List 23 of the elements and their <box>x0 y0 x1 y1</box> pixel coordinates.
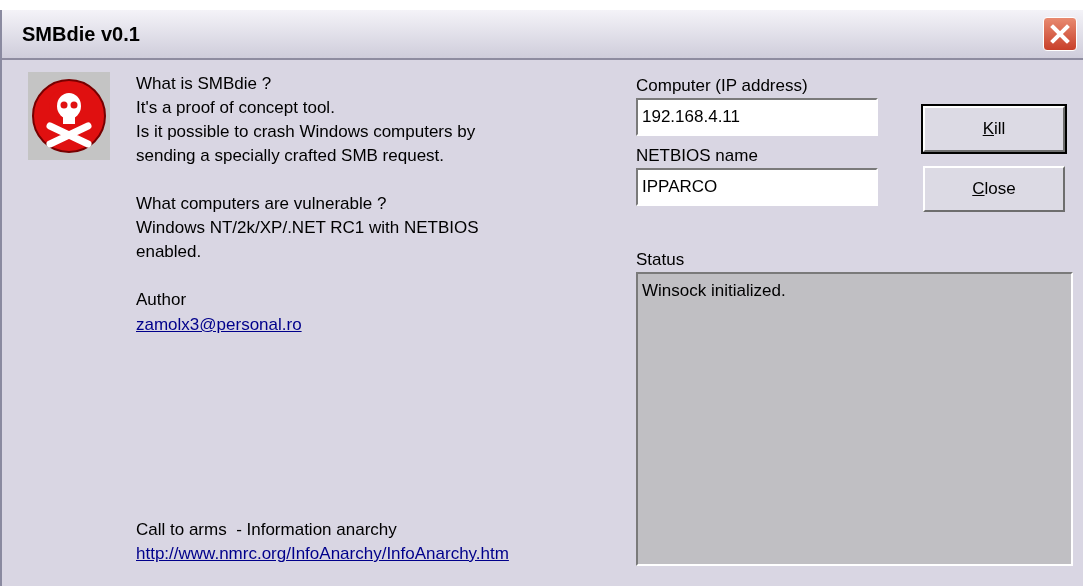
field-label: Computer (IP address) <box>636 75 809 97</box>
info-text: Windows NT/2k/XP/.NET RC1 with NETBIOS <box>136 217 480 239</box>
input-field[interactable]: IPPARCO <box>636 168 878 206</box>
info-text: Call to arms - Information anarchy <box>136 519 398 541</box>
email-link[interactable]: zamolx3@personal.ro <box>136 315 302 334</box>
info-text: What computers are vulnerable ? <box>136 193 388 215</box>
close-button[interactable] <box>1043 17 1077 51</box>
close-icon <box>1049 23 1071 45</box>
field-label: NETBIOS name <box>636 145 759 167</box>
info-text: Author <box>136 289 188 311</box>
info-text: Is it possible to crash Windows computers by <box>136 121 477 143</box>
dialog-button[interactable]: Kill <box>923 106 1065 152</box>
info-text: enabled. <box>136 241 203 263</box>
status-text: Winsock initialized. <box>642 281 786 300</box>
info-text: What is SMBdie ? <box>136 73 273 95</box>
dialog-button[interactable]: Close <box>923 166 1065 212</box>
web-link[interactable]: http://www.nmrc.org/InfoAnarchy/InfoAnarchy.htm <box>136 542 509 566</box>
input-field[interactable]: 192.168.4.11 <box>636 98 878 136</box>
info-text: sending a specially crafted SMB request. <box>136 145 446 167</box>
window-title: SMBdie v0.1 <box>22 22 140 47</box>
status-label: Status <box>636 249 686 271</box>
info-text: It's a proof of concept tool. <box>136 97 336 119</box>
skull-icon <box>28 72 110 160</box>
